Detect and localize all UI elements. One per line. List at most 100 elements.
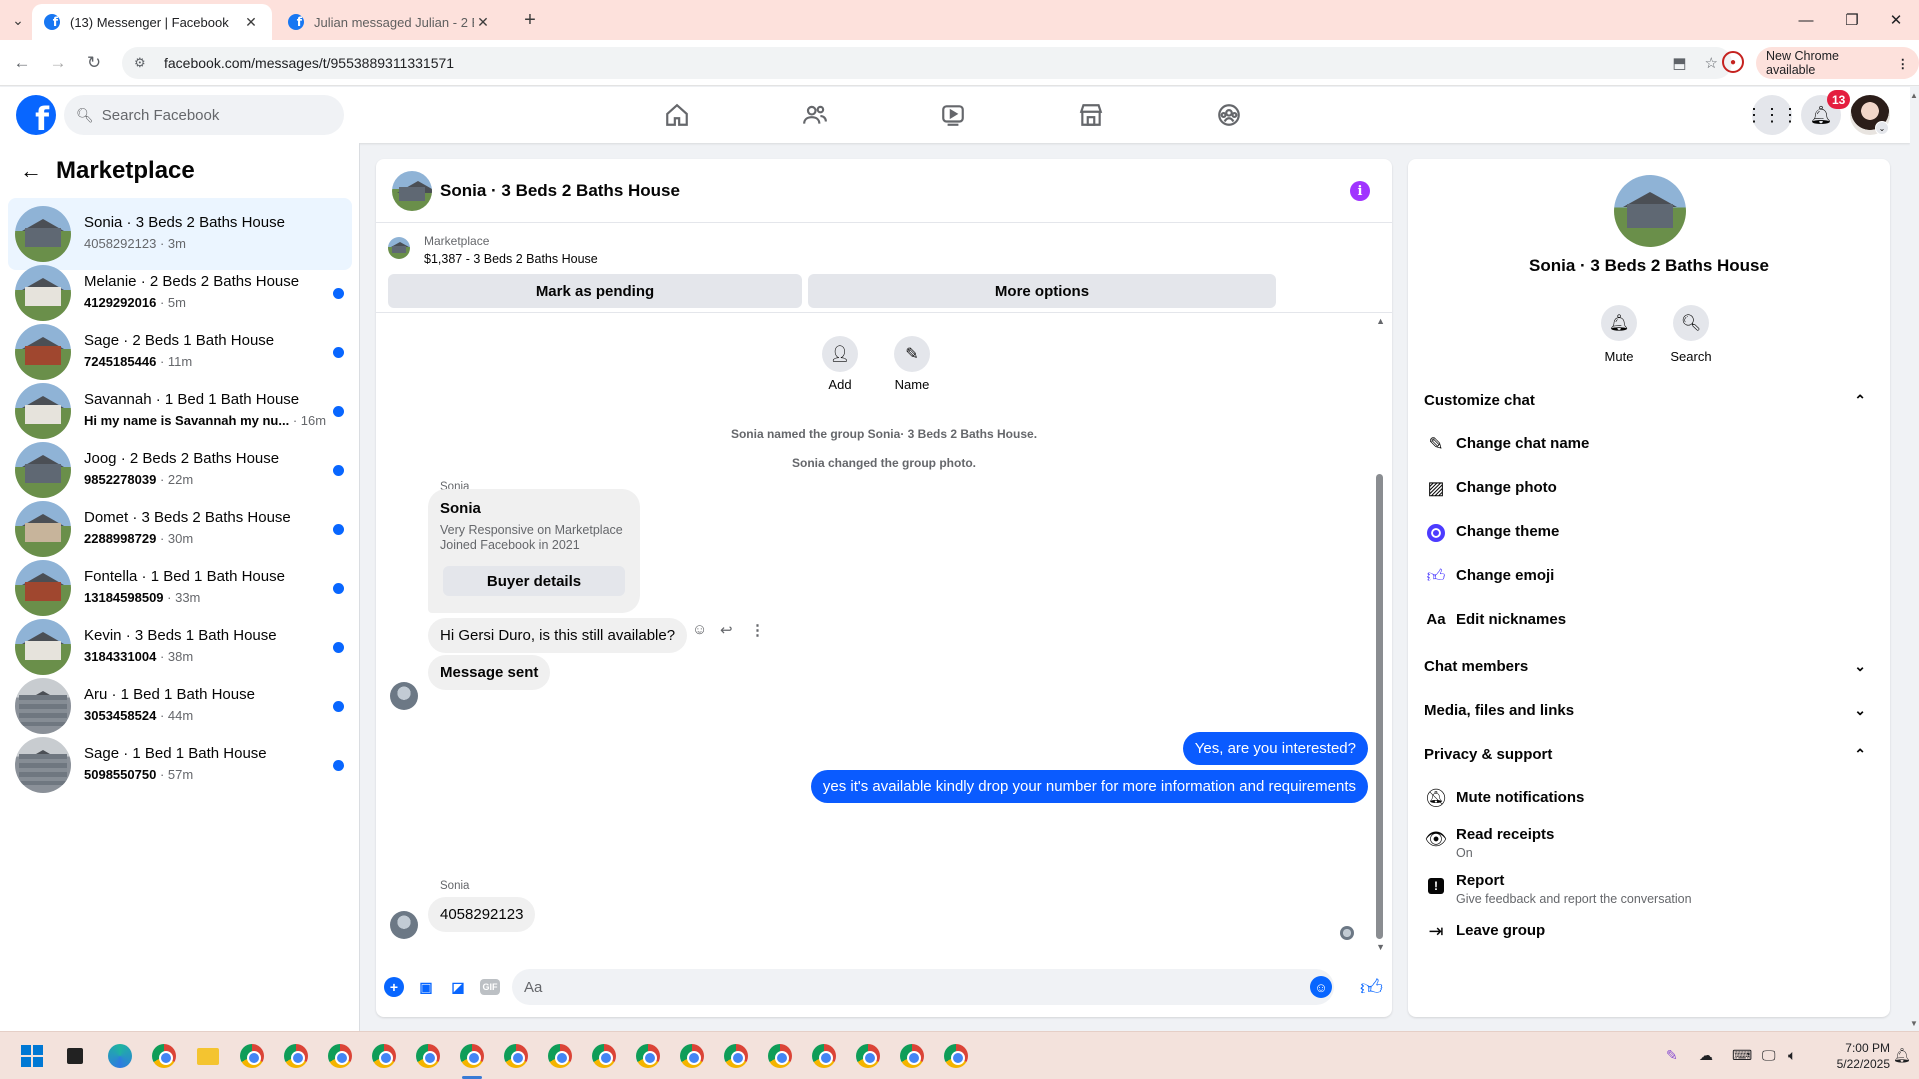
page-scrollbar[interactable]: ▲ ▼ — [1910, 87, 1919, 1031]
scroll-down-arrow-icon[interactable]: ▼ — [1910, 1019, 1918, 1028]
incoming-message[interactable]: 4058292123 — [428, 897, 536, 932]
marketplace-icon[interactable] — [1075, 99, 1107, 131]
change-emoji-item[interactable]: 👍︎ Change emoji — [1424, 566, 1874, 586]
more-options-button[interactable]: More options — [808, 274, 1276, 308]
facebook-logo-icon[interactable]: f — [16, 95, 56, 135]
back-arrow-icon[interactable]: ← — [20, 158, 42, 184]
back-arrow-icon[interactable]: ← — [8, 49, 36, 77]
sticker-icon[interactable]: ◪ — [448, 977, 468, 997]
media-files-links-section[interactable]: Media, files and links ⌄ — [1424, 692, 1874, 728]
chrome-menu-icon[interactable]: ⋮ — [1897, 56, 1910, 71]
video-icon[interactable] — [937, 99, 969, 131]
change-chat-name-item[interactable]: ✎ Change chat name — [1424, 434, 1874, 454]
chrome-profile-window-icon[interactable] — [370, 1042, 398, 1070]
plus-circle-icon[interactable]: + — [384, 977, 404, 997]
edge-browser-icon[interactable] — [106, 1042, 134, 1070]
chrome-profile-window-icon[interactable] — [590, 1042, 618, 1070]
chrome-profile-window-icon[interactable] — [414, 1042, 442, 1070]
conversation-info-icon[interactable]: i — [1350, 181, 1370, 201]
chrome-profile-window-icon[interactable] — [502, 1042, 530, 1070]
read-receipts-item[interactable]: 👁︎ Read receipts On — [1424, 825, 1874, 861]
reload-icon[interactable]: ↻ — [80, 49, 108, 77]
address-bar[interactable]: ⚙ facebook.com/messages/t/95538893113315… — [122, 47, 1732, 79]
listing-thumbnail[interactable] — [15, 737, 71, 793]
message-input[interactable]: Aa — [512, 969, 1334, 1005]
react-emoji-icon[interactable]: ☺ — [692, 621, 707, 638]
system-clock[interactable]: 7:00 PM 5/22/2025 — [1818, 1040, 1890, 1072]
chat-members-section[interactable]: Chat members ⌄ — [1424, 648, 1874, 684]
friends-icon[interactable] — [799, 99, 831, 131]
listing-thumbnail[interactable] — [15, 678, 71, 734]
privacy-support-section[interactable]: Privacy & support ⌃ — [1424, 736, 1874, 772]
bookmark-star-icon[interactable]: ☆ — [1705, 54, 1718, 72]
chrome-icon[interactable] — [150, 1042, 178, 1070]
forward-arrow-icon[interactable]: → — [44, 49, 72, 77]
edit-name-pencil-icon[interactable]: ✎ — [894, 336, 930, 372]
mark-as-pending-button[interactable]: Mark as pending — [388, 274, 802, 308]
display-icon[interactable]: 🖵 — [1762, 1047, 1776, 1064]
chrome-profile-window-icon[interactable] — [546, 1042, 574, 1070]
report-item[interactable]: ! Report Give feedback and report the co… — [1424, 871, 1874, 907]
browser-tab-messenger[interactable]: f (13) Messenger | Facebook ✕ — [32, 4, 272, 40]
edit-nicknames-item[interactable]: Aa Edit nicknames — [1424, 610, 1874, 630]
listing-thumbnail[interactable] — [15, 206, 71, 262]
outgoing-message[interactable]: Yes, are you interested? — [1182, 732, 1368, 765]
new-tab-plus-icon[interactable]: + — [518, 8, 542, 32]
menu-grid-icon[interactable]: ⋮⋮⋮ — [1745, 95, 1799, 135]
more-vertical-icon[interactable]: ⋮ — [750, 621, 765, 639]
chrome-profile-window-icon[interactable] — [326, 1042, 354, 1070]
listing-thumbnail[interactable] — [15, 383, 71, 439]
listing-thumbnail[interactable] — [15, 560, 71, 616]
browser-tab-julian[interactable]: f Julian messaged Julian - 2 Beds ✕ — [276, 4, 504, 40]
tab-search-chevron-icon[interactable]: ⌄ — [6, 8, 30, 32]
attach-photo-icon[interactable]: ▣ — [416, 977, 436, 997]
sender-avatar[interactable] — [390, 911, 418, 939]
scroll-up-arrow-icon[interactable]: ▲ — [1376, 316, 1385, 326]
scroll-up-arrow-icon[interactable]: ▲ — [1910, 91, 1918, 100]
listing-thumbnail[interactable] — [15, 501, 71, 557]
listing-thumbnail[interactable] — [15, 442, 71, 498]
gif-icon[interactable]: GIF — [480, 979, 500, 995]
tab-close-icon[interactable]: ✕ — [474, 14, 492, 31]
conversation-item[interactable]: Sage · 1 Bed 1 Bath House 5098550750 · 57… — [8, 729, 352, 801]
chrome-profile-icon[interactable]: ● — [1722, 51, 1744, 73]
mute-action[interactable]: 🔔︎ Mute — [1589, 305, 1649, 364]
thumbs-up-like-icon[interactable]: 👍︎ — [1360, 974, 1383, 1001]
listing-price-title[interactable]: $1,387 - 3 Beds 2 Baths House — [424, 252, 598, 266]
groups-icon[interactable] — [1213, 99, 1245, 131]
chrome-profile-window-icon[interactable] — [678, 1042, 706, 1070]
minimize-icon[interactable]: — — [1786, 6, 1826, 34]
change-theme-item[interactable]: Change theme — [1424, 522, 1874, 543]
search-action[interactable]: 🔍︎ Search — [1661, 305, 1721, 364]
volume-icon[interactable]: 🔈︎ — [1788, 1047, 1796, 1064]
chat-title[interactable]: Sonia · 3 Beds 2 Baths House — [440, 181, 680, 201]
incoming-message[interactable]: Hi Gersi Duro, is this still available? — [428, 618, 688, 653]
site-info-icon[interactable]: ⚙ — [134, 55, 154, 71]
chrome-profile-window-icon[interactable] — [942, 1042, 970, 1070]
message-thread[interactable]: 👤︎ Add ✎ Name Sonia named the group Soni… — [376, 314, 1392, 954]
mute-notifications-item[interactable]: 🔕︎ Mute notifications — [1424, 788, 1874, 808]
chrome-profile-window-icon[interactable] — [854, 1042, 882, 1070]
chrome-profile-window-icon[interactable] — [282, 1042, 310, 1070]
home-icon[interactable] — [661, 99, 693, 131]
outgoing-message[interactable]: yes it's available kindly drop your numb… — [810, 770, 1368, 803]
chrome-profile-window-icon[interactable] — [722, 1042, 750, 1070]
sender-avatar[interactable] — [390, 682, 418, 710]
listing-thumbnail[interactable] — [388, 237, 410, 259]
search-icon[interactable]: 🔍︎ — [1673, 305, 1709, 341]
listing-thumbnail[interactable] — [15, 324, 71, 380]
new-chrome-available-button[interactable]: New Chrome available ⋮ — [1756, 47, 1919, 79]
listing-thumbnail[interactable] — [15, 619, 71, 675]
customize-chat-section[interactable]: Customize chat ⌃ — [1424, 382, 1874, 418]
leave-group-item[interactable]: ⇥ Leave group — [1424, 921, 1874, 941]
message-scrollbar[interactable] — [1376, 474, 1383, 939]
group-photo[interactable] — [1614, 175, 1686, 247]
listing-thumbnail[interactable] — [15, 265, 71, 321]
chrome-profile-window-icon[interactable] — [238, 1042, 266, 1070]
pen-icon[interactable]: ✎ — [1666, 1047, 1678, 1064]
onedrive-icon[interactable]: ☁ — [1699, 1047, 1713, 1064]
incoming-message[interactable]: Message sent — [428, 655, 551, 690]
chrome-profile-window-icon[interactable] — [898, 1042, 926, 1070]
tab-close-icon[interactable]: ✕ — [242, 14, 260, 31]
file-explorer-icon[interactable] — [194, 1042, 222, 1070]
